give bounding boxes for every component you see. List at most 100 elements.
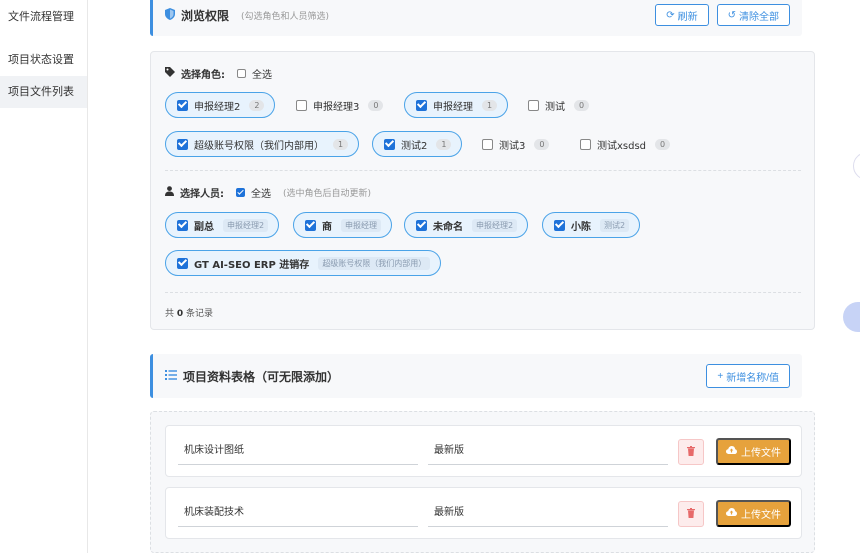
person-chip[interactable]: 小陈 测试2	[542, 212, 641, 238]
role-count: 0	[534, 138, 550, 150]
delete-row-button[interactable]	[678, 439, 704, 465]
role-count: 2	[249, 99, 265, 111]
person-select-all-label: 全选	[251, 189, 271, 200]
role-count: 1	[333, 138, 349, 150]
total-prefix: 共	[165, 309, 175, 319]
divider	[165, 170, 801, 171]
role-name: 申报经理	[433, 101, 473, 113]
role-count: 1	[436, 138, 452, 150]
person-name: 副总	[194, 221, 214, 233]
material-row: 机床装配技术 最新版 上传文件	[165, 487, 802, 539]
person-role-tag: 测试2	[600, 218, 630, 232]
role-count: 0	[368, 99, 384, 111]
refresh-button[interactable]: ⟳ 刷新	[655, 4, 709, 26]
role-select-all-checkbox[interactable]	[237, 69, 246, 78]
person-checkbox[interactable]	[416, 219, 427, 231]
clear-all-button[interactable]: ↺ 清除全部	[716, 4, 790, 26]
trash-icon	[687, 445, 695, 459]
permission-hint: (勾选角色和人员筛选)	[241, 11, 330, 22]
role-name: 申报经理2	[194, 101, 241, 113]
person-checkbox[interactable]	[305, 219, 316, 231]
permission-panel: 选择角色: 全选 申报经理2 2 申报经理3 0 申报经理 1 测试 0 超级账…	[150, 51, 815, 330]
total-count: 0	[176, 309, 184, 319]
cloud-upload-icon	[726, 508, 737, 519]
role-checkbox[interactable]	[580, 138, 591, 150]
role-checkbox[interactable]	[416, 99, 427, 111]
total-suffix: 条记录	[186, 309, 214, 319]
role-chip[interactable]: 申报经理2 2	[165, 92, 276, 118]
delete-row-button[interactable]	[678, 501, 704, 527]
material-row: 机床设计图纸 最新版 上传文件	[165, 425, 802, 477]
person-role-tag: 申报经理2	[223, 218, 269, 232]
role-checkbox[interactable]	[528, 99, 539, 111]
sidebar-item-file-list[interactable]: 项目文件列表	[0, 76, 87, 108]
refresh-icon: ⟳	[666, 9, 675, 21]
role-chip[interactable]: 申报经理 1	[404, 92, 509, 118]
person-label: 选择人员:	[180, 189, 224, 200]
role-checkbox[interactable]	[177, 99, 188, 111]
role-checkbox[interactable]	[177, 138, 188, 150]
shield-icon	[165, 7, 175, 23]
role-name: 测试2	[401, 140, 428, 152]
permission-header: 浏览权限 (勾选角色和人员筛选) ⟳ 刷新 ↺ 清除全部	[150, 0, 802, 36]
person-checkbox[interactable]	[177, 257, 188, 269]
upload-label: 上传文件	[741, 448, 781, 459]
refresh-label: 刷新	[677, 11, 698, 23]
role-chip[interactable]: 测试2 1	[372, 131, 463, 157]
cloud-upload-icon	[726, 446, 737, 457]
role-chip[interactable]: 申报经理3 0	[285, 92, 393, 118]
role-chip[interactable]: 超级账号权限（我们内部用） 1	[165, 131, 360, 157]
person-name: 小陈	[571, 221, 591, 233]
role-count: 0	[574, 99, 590, 111]
undo-icon: ↺	[727, 9, 736, 21]
list-icon	[165, 369, 177, 383]
record-total: 共 0 条记录	[165, 306, 213, 319]
role-checkbox[interactable]	[482, 138, 493, 150]
person-chip[interactable]: 副总 申报经理2	[165, 212, 280, 238]
upload-file-button[interactable]: 上传文件	[716, 438, 791, 465]
person-hint: (选中角色后自动更新)	[283, 189, 372, 199]
person-role-tag: 申报经理2	[472, 218, 518, 232]
main-content: 浏览权限 (勾选角色和人员筛选) ⟳ 刷新 ↺ 清除全部 选择角色: 全选 申报	[88, 0, 860, 553]
upload-label: 上传文件	[741, 510, 781, 521]
sidebar: 文件流程管理 项目状态设置 项目文件列表	[0, 0, 88, 553]
person-checkbox[interactable]	[554, 219, 565, 231]
role-name: 申报经理3	[313, 101, 360, 113]
role-count: 1	[482, 99, 498, 111]
person-role-tag: 申报经理	[341, 218, 381, 232]
add-name-value-button[interactable]: + 新增名称/值	[706, 364, 790, 388]
role-count: 0	[655, 138, 671, 150]
add-label: 新增名称/值	[726, 372, 779, 384]
person-name: 未命名	[433, 221, 463, 233]
person-role-tag: 超级账号权限（我们内部用）	[318, 256, 431, 270]
upload-file-button[interactable]: 上传文件	[716, 500, 791, 527]
person-chip[interactable]: 未命名 申报经理2	[404, 212, 529, 238]
person-select-all-checkbox[interactable]	[236, 188, 245, 197]
role-label: 选择角色:	[181, 70, 225, 81]
role-chip[interactable]: 测试xsdsd 0	[569, 131, 680, 157]
material-value-input[interactable]: 最新版	[428, 437, 668, 465]
materials-title: 项目资料表格（可无限添加）	[183, 369, 340, 384]
role-checkbox[interactable]	[296, 99, 307, 111]
role-name: 测试	[545, 101, 565, 113]
role-chip[interactable]: 测试 0	[517, 92, 599, 118]
permission-title: 浏览权限	[181, 8, 230, 23]
plus-icon: +	[717, 370, 724, 382]
role-name: 测试xsdsd	[597, 140, 647, 152]
role-name: 超级账号权限（我们内部用）	[194, 140, 324, 152]
sidebar-item-workflow[interactable]: 文件流程管理	[0, 0, 87, 34]
person-name: 商	[322, 221, 332, 233]
person-name: GT AI-SEO ERP 进销存	[194, 259, 310, 271]
material-name-input[interactable]: 机床装配技术	[178, 499, 418, 527]
role-row-label: 选择角色: 全选	[165, 66, 272, 81]
divider	[165, 292, 801, 293]
role-chip[interactable]: 测试3 0	[471, 131, 559, 157]
person-chip[interactable]: GT AI-SEO ERP 进销存 超级账号权限（我们内部用）	[165, 250, 442, 276]
materials-list: 机床设计图纸 最新版 上传文件 机床装配技术 最新版 上传文件	[150, 411, 815, 553]
role-checkbox[interactable]	[384, 138, 395, 150]
person-chip[interactable]: 商 申报经理	[293, 212, 392, 238]
material-value-input[interactable]: 最新版	[428, 499, 668, 527]
person-checkbox[interactable]	[177, 219, 188, 231]
material-name-input[interactable]: 机床设计图纸	[178, 437, 418, 465]
sidebar-item-status-settings[interactable]: 项目状态设置	[0, 44, 87, 76]
